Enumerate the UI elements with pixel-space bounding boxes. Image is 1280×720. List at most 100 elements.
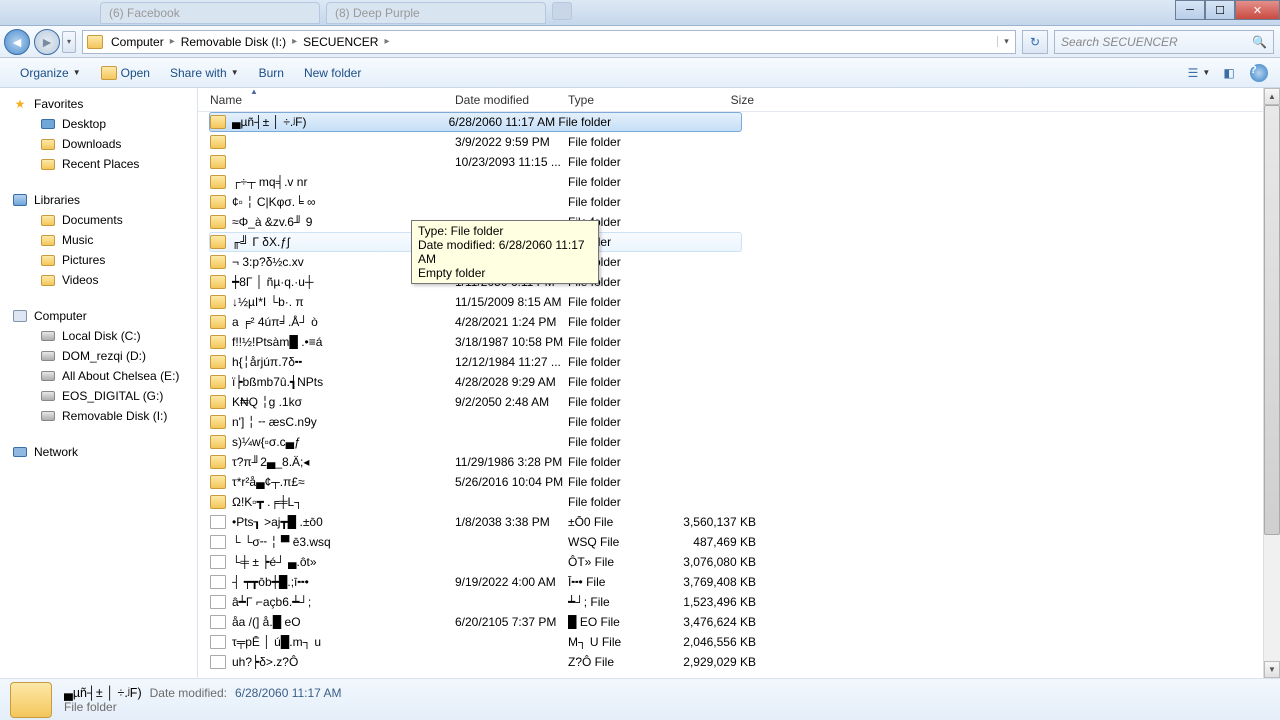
list-item[interactable]: h{╎årjúπ.7δ╍12/12/1984 11:27 ...File fol…	[198, 352, 1263, 372]
col-size[interactable]: Size	[680, 93, 760, 107]
list-item[interactable]: ¬ 3:p?δ½c.xvFile folder	[198, 252, 1263, 272]
item-size: 1,523,496 KB	[680, 595, 756, 609]
col-type[interactable]: Type	[568, 93, 680, 107]
item-name: τ╤pĒ │ ú█.m┐ u	[232, 635, 455, 649]
list-item[interactable]: τ*r²å▄¢┬.π£≈5/26/2016 10:04 PMFile folde…	[198, 472, 1263, 492]
list-item[interactable]: f!!½!Ptsàm█ .•≡á3/18/1987 10:58 PMFile f…	[198, 332, 1263, 352]
crumb-disk[interactable]: Removable Disk (I:)	[177, 35, 290, 49]
list-item[interactable]: τ╤pĒ │ ú█.m┐ uM┐ U File2,046,556 KB	[198, 632, 1263, 652]
list-item[interactable]: â┷Γ ⌐açb6.┷┘;┷┘; File1,523,496 KB	[198, 592, 1263, 612]
item-date: 1/8/2038 3:38 PM	[455, 515, 568, 529]
list-item[interactable]: a ╒² 4úπ╛.Å┘ ò4/28/2021 1:24 PMFile fold…	[198, 312, 1263, 332]
chevron-right-icon[interactable]: ▸	[168, 36, 177, 47]
disk-icon	[40, 328, 56, 344]
list-item[interactable]: n'] ╎ ╌ æsC.n9yFile folder	[198, 412, 1263, 432]
folder-icon	[10, 682, 52, 718]
folder-icon	[210, 295, 226, 309]
nav-pane: ★Favorites Desktop Downloads Recent Plac…	[0, 88, 198, 678]
nav-computer[interactable]: Computer	[0, 306, 197, 326]
help-button[interactable]: ?	[1248, 62, 1270, 84]
nav-network[interactable]: Network	[0, 442, 197, 462]
forward-button[interactable]: ►	[34, 29, 60, 55]
new-tab-button[interactable]	[552, 2, 572, 20]
list-item[interactable]: •Pts┒ >aj┳█ .±ō01/8/2038 3:38 PM±Ō0 File…	[198, 512, 1263, 532]
item-type: File folder	[558, 115, 667, 129]
nav-chelseae[interactable]: All About Chelsea (E:)	[0, 366, 197, 386]
crumb-folder[interactable]: SECUENCER	[299, 35, 382, 49]
nav-removablei[interactable]: Removable Disk (I:)	[0, 406, 197, 426]
nav-documents[interactable]: Documents	[0, 210, 197, 230]
list-item[interactable]: ┌÷┬ mq╡.v nrFile folder	[198, 172, 1263, 192]
disk-icon	[40, 368, 56, 384]
new-folder-button[interactable]: New folder	[294, 61, 371, 85]
maximize-button[interactable]: ☐	[1205, 0, 1235, 20]
list-item[interactable]: 10/23/2093 11:15 ...File folder	[198, 152, 1263, 172]
scroll-up-button[interactable]: ▲	[1264, 88, 1280, 105]
list-item[interactable]: ┤ ┯┳ōb┿█.;ī╍•9/19/2022 4:00 AMĪ╍• File3,…	[198, 572, 1263, 592]
refresh-button[interactable]: ↻	[1022, 30, 1048, 54]
star-icon: ★	[12, 96, 28, 112]
view-options-button[interactable]: ☰ ▼	[1188, 62, 1210, 84]
item-date: 4/28/2021 1:24 PM	[455, 315, 568, 329]
organize-button[interactable]: Organize▼	[10, 61, 91, 85]
list-item[interactable]: ï┝bßmb7û.┪NPts4/28/2028 9:29 AMFile fold…	[198, 372, 1263, 392]
col-date[interactable]: Date modified	[455, 93, 568, 107]
minimize-button[interactable]: ─	[1175, 0, 1205, 20]
item-name: ¢▫ ╎ C|Kφσ.╘ ∞	[232, 195, 455, 209]
folder-icon	[87, 35, 103, 49]
vertical-scrollbar[interactable]: ▲ ▼	[1263, 88, 1280, 678]
nav-desktop[interactable]: Desktop	[0, 114, 197, 134]
list-item[interactable]: τ?π╜2▄_8.Ä;◂11/29/1986 3:28 PMFile folde…	[198, 452, 1263, 472]
list-item[interactable]: åa /(] å.█ eO6/20/2105 7:37 PM█ EO File3…	[198, 612, 1263, 632]
nav-videos[interactable]: Videos	[0, 270, 197, 290]
list-item[interactable]: ▄µñ┤± │ ÷.ʲF)6/28/2060 11:17 AMFile fold…	[209, 112, 742, 132]
search-icon[interactable]: 🔍	[1252, 35, 1267, 49]
tab-2[interactable]: (8) Deep Purple	[326, 2, 546, 24]
nav-downloads[interactable]: Downloads	[0, 134, 197, 154]
scroll-thumb[interactable]	[1264, 105, 1280, 535]
list-item[interactable]: ↓½µI*I └b·. π11/15/2009 8:15 AMFile fold…	[198, 292, 1263, 312]
list-item[interactable]: ┿8Γ │ ñµ·q.·u┼1/11/2050 6:11 PMFile fold…	[198, 272, 1263, 292]
close-button[interactable]: ✕	[1235, 0, 1280, 20]
preview-pane-button[interactable]: ◧	[1218, 62, 1240, 84]
list-item[interactable]: K₦Q ╎g .1kσ9/2/2050 2:48 AMFile folder	[198, 392, 1263, 412]
scroll-down-button[interactable]: ▼	[1264, 661, 1280, 678]
nav-music[interactable]: Music	[0, 230, 197, 250]
nav-history-dropdown[interactable]: ▾	[62, 31, 76, 53]
tab-1[interactable]: (6) Facebook	[100, 2, 320, 24]
list-item[interactable]: └ └σ╌ ╎ ▀ ē3.wsqWSQ File487,469 KB	[198, 532, 1263, 552]
folder-icon	[40, 272, 56, 288]
nav-domd[interactable]: DOM_rezqi (D:)	[0, 346, 197, 366]
list-item[interactable]: └╪ ± ┝é┘ ▄.ôt»ÔT» File3,076,080 KB	[198, 552, 1263, 572]
list-item[interactable]: ≈Φ_à &zv.6╜ 9File folder	[198, 212, 1263, 232]
nav-libraries[interactable]: Libraries	[0, 190, 197, 210]
list-item[interactable]: Ω!K▫┳ .╒╪L┐File folder	[198, 492, 1263, 512]
folder-icon	[210, 195, 226, 209]
chevron-down-icon: ▼	[1202, 68, 1210, 77]
chevron-right-icon[interactable]: ▸	[382, 36, 391, 47]
file-icon	[210, 555, 226, 569]
open-button[interactable]: Open	[91, 61, 160, 85]
nav-eosg[interactable]: EOS_DIGITAL (G:)	[0, 386, 197, 406]
nav-localc[interactable]: Local Disk (C:)	[0, 326, 197, 346]
share-button[interactable]: Share with▼	[160, 61, 249, 85]
back-button[interactable]: ◄	[4, 29, 30, 55]
disk-icon	[40, 348, 56, 364]
item-size: 3,476,624 KB	[680, 615, 756, 629]
list-item[interactable]: ¢▫ ╎ C|Kφσ.╘ ∞File folder	[198, 192, 1263, 212]
nav-recent[interactable]: Recent Places	[0, 154, 197, 174]
col-name[interactable]: Name▲	[210, 93, 455, 107]
address-dropdown[interactable]: ▾	[997, 36, 1015, 47]
burn-button[interactable]: Burn	[249, 61, 294, 85]
chevron-right-icon[interactable]: ▸	[290, 36, 299, 47]
disk-icon	[40, 388, 56, 404]
address-bar[interactable]: Computer ▸ Removable Disk (I:) ▸ SECUENC…	[82, 30, 1016, 54]
list-item[interactable]: uh?┝δ>.z?ÔZ?Ô File2,929,029 KB	[198, 652, 1263, 672]
nav-favorites[interactable]: ★Favorites	[0, 94, 197, 114]
list-item[interactable]: 3/9/2022 9:59 PMFile folder	[198, 132, 1263, 152]
search-input[interactable]: Search SECUENCER 🔍	[1054, 30, 1274, 54]
crumb-computer[interactable]: Computer	[107, 35, 168, 49]
nav-pictures[interactable]: Pictures	[0, 250, 197, 270]
item-type: File folder	[568, 395, 680, 409]
list-item[interactable]: s)¼w{▫σ.c▄ƒFile folder	[198, 432, 1263, 452]
